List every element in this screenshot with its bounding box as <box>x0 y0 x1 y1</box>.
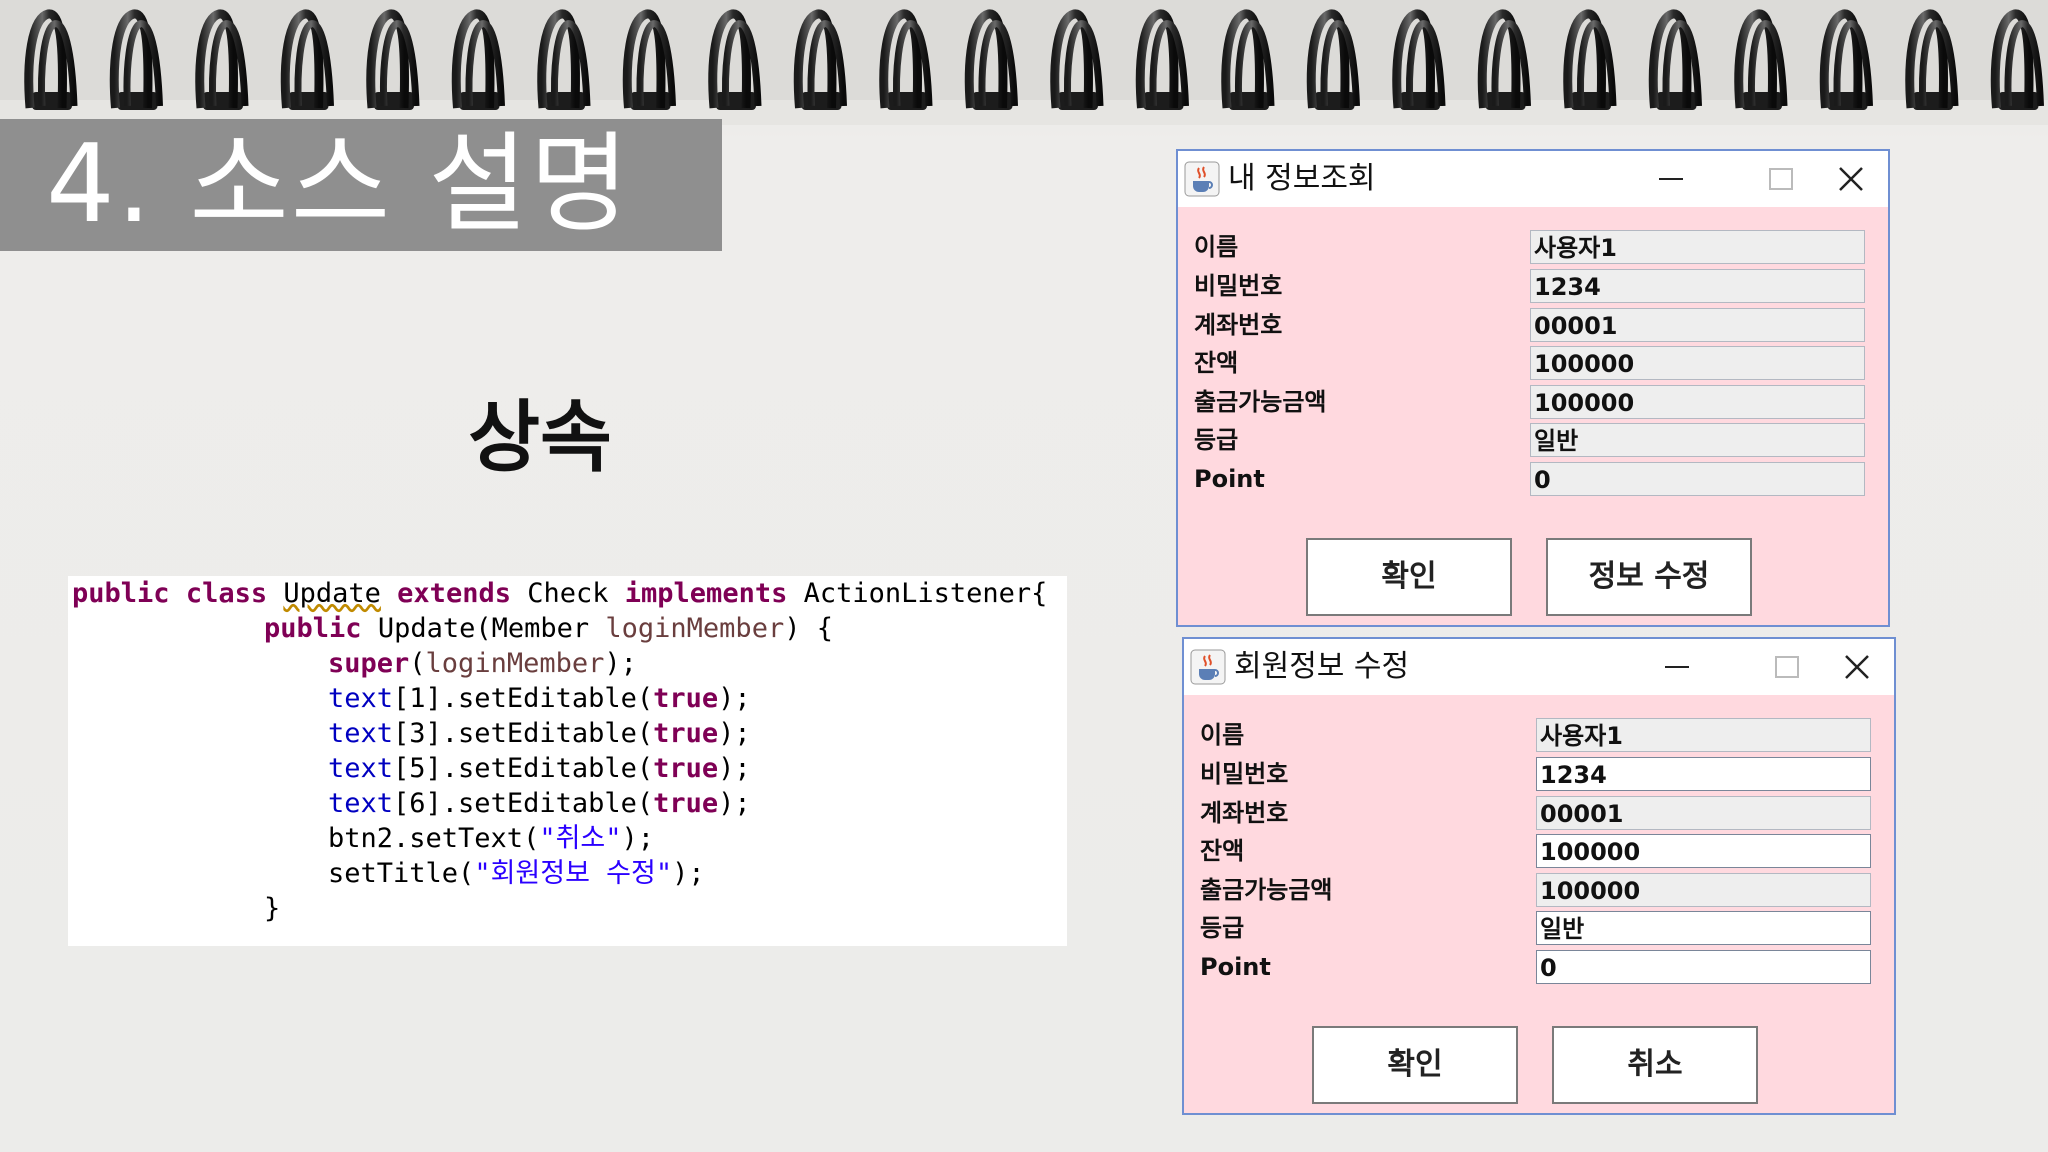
edit-window: 회원정보 수정 이름 비밀번호 계좌번호 잔액 출금가능금액 등급 Point … <box>1182 637 1896 1115</box>
window-titlebar[interactable]: 회원정보 수정 <box>1184 639 1894 695</box>
window-titlebar[interactable]: 내 정보조회 <box>1178 151 1888 207</box>
grade-input[interactable]: 일반 <box>1536 911 1871 945</box>
code-snippet: public class Update extends Check implem… <box>68 576 1067 946</box>
withdrawable-field[interactable]: 100000 <box>1536 873 1871 907</box>
maximize-icon[interactable] <box>1746 151 1816 207</box>
minimize-icon[interactable] <box>1642 639 1712 695</box>
confirm-button[interactable]: 확인 <box>1306 538 1512 616</box>
spiral-binding <box>0 0 2048 125</box>
code-line: text[1].setEditable(true); <box>328 683 751 714</box>
label-balance: 잔액 <box>1200 837 1245 865</box>
code-line: } <box>264 893 281 924</box>
confirm-button[interactable]: 확인 <box>1312 1026 1518 1104</box>
password-field[interactable]: 1234 <box>1530 269 1865 303</box>
java-cup-icon <box>1190 649 1226 685</box>
code-line: text[6].setEditable(true); <box>328 788 751 819</box>
edit-info-button[interactable]: 정보 수정 <box>1546 538 1752 616</box>
code-line: text[3].setEditable(true); <box>328 718 751 749</box>
code-line: btn2.setText("취소"); <box>328 823 655 854</box>
code-line: super(loginMember); <box>328 648 637 679</box>
code-line: public class Update extends Check implem… <box>72 578 1048 609</box>
cancel-button[interactable]: 취소 <box>1552 1026 1758 1104</box>
grade-field[interactable]: 일반 <box>1530 423 1865 457</box>
minimize-icon[interactable] <box>1636 151 1706 207</box>
maximize-icon[interactable] <box>1752 639 1822 695</box>
label-withdrawable: 출금가능금액 <box>1200 876 1333 904</box>
label-name: 이름 <box>1194 233 1239 261</box>
password-input[interactable]: 1234 <box>1536 757 1871 791</box>
code-line: public Update(Member loginMember) { <box>264 613 833 644</box>
label-account: 계좌번호 <box>1200 799 1289 827</box>
balance-input[interactable]: 100000 <box>1536 834 1871 868</box>
account-field[interactable]: 00001 <box>1530 308 1865 342</box>
label-grade: 등급 <box>1200 914 1245 942</box>
info-window: 내 정보조회 이름 비밀번호 계좌번호 잔액 출금가능금액 등급 Point 사… <box>1176 149 1890 627</box>
name-field[interactable]: 사용자1 <box>1536 718 1871 752</box>
label-point: Point <box>1194 465 1265 493</box>
withdrawable-field[interactable]: 100000 <box>1530 385 1865 419</box>
label-grade: 등급 <box>1194 426 1239 454</box>
java-cup-icon <box>1184 161 1220 197</box>
label-point: Point <box>1200 953 1271 981</box>
name-field[interactable]: 사용자1 <box>1530 230 1865 264</box>
label-password: 비밀번호 <box>1200 760 1289 788</box>
label-withdrawable: 출금가능금액 <box>1194 388 1327 416</box>
close-icon[interactable] <box>1822 639 1892 695</box>
account-field[interactable]: 00001 <box>1536 796 1871 830</box>
slide-title: 4. 소스 설명 <box>46 122 632 247</box>
point-input[interactable]: 0 <box>1536 950 1871 984</box>
code-line: text[5].setEditable(true); <box>328 753 751 784</box>
label-password: 비밀번호 <box>1194 272 1283 300</box>
code-line: setTitle("회원정보 수정"); <box>328 858 705 889</box>
close-icon[interactable] <box>1816 151 1886 207</box>
label-name: 이름 <box>1200 721 1245 749</box>
window-title: 내 정보조회 <box>1228 161 1376 196</box>
point-field[interactable]: 0 <box>1530 462 1865 496</box>
window-title: 회원정보 수정 <box>1234 649 1410 684</box>
slide-subtitle: 상속 <box>468 393 612 483</box>
label-account: 계좌번호 <box>1194 311 1283 339</box>
label-balance: 잔액 <box>1194 349 1239 377</box>
slide-title-banner: 4. 소스 설명 <box>0 119 722 251</box>
balance-field[interactable]: 100000 <box>1530 346 1865 380</box>
